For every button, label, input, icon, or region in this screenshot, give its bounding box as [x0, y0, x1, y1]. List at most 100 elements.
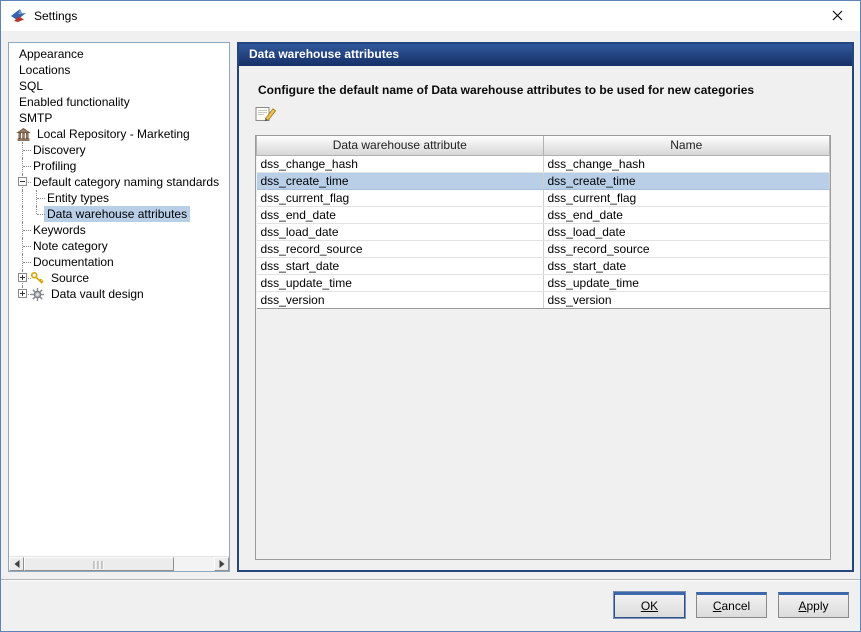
close-button[interactable]	[814, 1, 860, 31]
sidebar-item-entity-types[interactable]: Entity types	[9, 190, 229, 206]
app-logo-icon	[10, 8, 27, 24]
cell-name[interactable]: dss_start_date	[543, 257, 830, 275]
settings-dialog: Settings Appearance Locations SQL Enabled f…	[0, 0, 861, 632]
description-text: Configure the default name of Data wareh…	[258, 83, 755, 97]
sidebar-item-source[interactable]: Source	[9, 270, 229, 286]
detail-panel: Data warehouse attributes Configure the …	[237, 42, 854, 572]
sidebar-item-smtp[interactable]: SMTP	[9, 110, 229, 126]
sidebar-item-label: Keywords	[33, 223, 86, 237]
scroll-right-icon	[219, 560, 224, 568]
cell-attribute[interactable]: dss_create_time	[256, 172, 544, 190]
sidebar-item-default-category-naming-standards[interactable]: Default category naming standards	[9, 174, 229, 190]
cell-name[interactable]: dss_update_time	[543, 274, 830, 292]
attributes-table-scrollpane: Data warehouse attribute Name dss_change_…	[255, 135, 831, 560]
sidebar-item-label: SMTP	[19, 111, 53, 125]
scroll-right-button[interactable]	[214, 557, 229, 571]
tree-expander-cell[interactable]	[16, 286, 31, 302]
tree-connector	[30, 206, 45, 222]
sidebar-item-label: Source	[51, 271, 90, 285]
cell-name[interactable]: dss_create_time	[543, 172, 830, 190]
table-header-row: Data warehouse attribute Name	[256, 136, 830, 156]
cell-attribute[interactable]: dss_end_date	[256, 206, 544, 224]
sidebar-item-note-category[interactable]: Note category	[9, 238, 229, 254]
sidebar-item-keywords[interactable]: Keywords	[9, 222, 229, 238]
footer: OK Cancel Apply	[1, 579, 860, 631]
table-row[interactable]: dss_version dss_version	[256, 291, 830, 309]
tree-connector	[16, 206, 30, 222]
cell-attribute[interactable]: dss_record_source	[256, 240, 544, 258]
cell-name[interactable]: dss_current_flag	[543, 189, 830, 207]
tree-connector	[16, 238, 31, 254]
sidebar-item-documentation[interactable]: Documentation	[9, 254, 229, 270]
tree-expander-cell[interactable]	[16, 270, 31, 286]
table-row[interactable]: dss_record_source dss_record_source	[256, 240, 830, 258]
sidebar-item-data-warehouse-attributes[interactable]: Data warehouse attributes	[9, 206, 229, 222]
sidebar-item-label: Discovery	[33, 143, 86, 157]
table-row[interactable]: dss_create_time dss_create_time	[256, 172, 830, 190]
cell-attribute[interactable]: dss_load_date	[256, 223, 544, 241]
scrollbar-track[interactable]	[24, 557, 214, 571]
table-row[interactable]: dss_start_date dss_start_date	[256, 257, 830, 275]
cell-name[interactable]: dss_record_source	[543, 240, 830, 258]
tree-connector	[30, 190, 45, 206]
expand-toggle-icon[interactable]	[18, 289, 27, 298]
sidebar-item-discovery[interactable]: Discovery	[9, 142, 229, 158]
scrollbar-thumb[interactable]	[24, 557, 174, 571]
sidebar-item-label: Note category	[33, 239, 108, 253]
sidebar-item-label: Documentation	[33, 255, 114, 269]
cell-attribute[interactable]: dss_version	[256, 291, 544, 309]
apply-button[interactable]: Apply	[778, 592, 849, 618]
sidebar-item-label: SQL	[19, 79, 44, 93]
table-row[interactable]: dss_current_flag dss_current_flag	[256, 189, 830, 207]
table-row[interactable]: dss_load_date dss_load_date	[256, 223, 830, 241]
expand-toggle-icon[interactable]	[18, 273, 27, 282]
tree-connector	[16, 158, 31, 174]
cell-name[interactable]: dss_version	[543, 291, 830, 309]
sidebar-item-profiling[interactable]: Profiling	[9, 158, 229, 174]
sidebar-item-local-repository-marketing[interactable]: Local Repository - Marketing	[9, 126, 229, 142]
cell-attribute[interactable]: dss_current_flag	[256, 189, 544, 207]
tree-connector	[16, 222, 31, 238]
dialog-buttons: OK Cancel Apply	[614, 592, 849, 618]
cell-name[interactable]: dss_load_date	[543, 223, 830, 241]
window-title: Settings	[34, 9, 78, 23]
sidebar-item-label: Entity types	[47, 191, 110, 205]
tree-connector	[16, 254, 31, 270]
cell-name[interactable]: dss_change_hash	[543, 155, 830, 173]
sidebar-item-data-vault-design[interactable]: Data vault design	[9, 286, 229, 302]
sidebar-item-appearance[interactable]: Appearance	[9, 46, 229, 62]
keys-icon	[30, 270, 48, 286]
table-row[interactable]: dss_change_hash dss_change_hash	[256, 155, 830, 173]
sidebar-item-label: Appearance	[19, 47, 84, 61]
sidebar-item-label: Data vault design	[51, 287, 144, 301]
tree-connector	[16, 142, 31, 158]
sidebar-item-label: Data warehouse attributes	[44, 206, 191, 222]
settings-tree: Appearance Locations SQL Enabled functional…	[9, 43, 229, 302]
cell-attribute[interactable]: dss_update_time	[256, 274, 544, 292]
title-bar: Settings	[1, 1, 860, 31]
column-header-name[interactable]: Name	[542, 136, 830, 156]
tree-expander-cell[interactable]	[16, 174, 31, 190]
sidebar-item-label: Locations	[19, 63, 71, 77]
edit-button[interactable]	[255, 105, 281, 125]
sidebar-item-enabled-functionality[interactable]: Enabled functionality	[9, 94, 229, 110]
footer-separator	[1, 579, 860, 581]
sidebar-item-locations[interactable]: Locations	[9, 62, 229, 78]
cancel-button[interactable]: Cancel	[696, 592, 767, 618]
table-row[interactable]: dss_end_date dss_end_date	[256, 206, 830, 224]
settings-tree-panel: Appearance Locations SQL Enabled functional…	[8, 42, 230, 572]
collapse-toggle-icon[interactable]	[18, 177, 27, 186]
scroll-left-icon	[14, 560, 19, 568]
cell-attribute[interactable]: dss_start_date	[256, 257, 544, 275]
cell-name[interactable]: dss_end_date	[543, 206, 830, 224]
sidebar-item-label: Enabled functionality	[19, 95, 130, 109]
cell-attribute[interactable]: dss_change_hash	[256, 155, 544, 173]
ok-button[interactable]: OK	[614, 592, 685, 618]
tree-connector	[16, 190, 30, 206]
table-row[interactable]: dss_update_time dss_update_time	[256, 274, 830, 292]
column-header-attribute[interactable]: Data warehouse attribute	[256, 136, 544, 156]
scrollbar-grip	[93, 561, 105, 569]
sidebar-item-sql[interactable]: SQL	[9, 78, 229, 94]
scroll-left-button[interactable]	[9, 557, 24, 571]
tree-horizontal-scrollbar[interactable]	[9, 556, 229, 571]
